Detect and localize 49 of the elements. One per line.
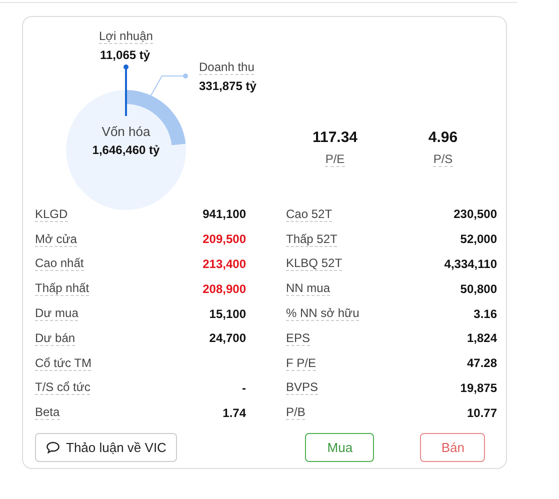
field-label: % NN sở hữu	[286, 306, 360, 322]
ratio-label: P/S	[433, 152, 453, 167]
field-label: NN mua	[286, 281, 330, 296]
field-label: Thấp nhất	[35, 281, 90, 296]
market-cap-value: 1,646,460 tỷ	[92, 143, 160, 157]
field-label: Cao nhất	[35, 256, 84, 272]
field-value: 209,500	[202, 232, 246, 246]
field-label: T/S cổ tức	[35, 380, 90, 396]
field-value: 230,500	[454, 207, 497, 222]
field-label: Cao 52T	[286, 206, 332, 222]
field-label: BVPS	[286, 380, 318, 396]
field-value: 50,800	[460, 282, 497, 296]
market-cap-label: Vốn hóa	[102, 124, 150, 139]
field-value: 941,100	[202, 207, 246, 222]
profit-label: Lợi nhuận	[99, 29, 153, 44]
revenue-label: Doanh thu	[199, 60, 254, 75]
field-value: -	[242, 380, 246, 395]
field-value: 10.77	[466, 406, 497, 420]
field-label: Mở cửa	[35, 232, 77, 247]
ratio-label: P/E	[325, 152, 345, 167]
discuss-button[interactable]: Thảo luận về VIC	[35, 433, 178, 462]
ratio-value: 4.96	[428, 129, 458, 146]
chat-icon	[46, 441, 60, 454]
buy-button[interactable]: Mua	[305, 433, 374, 462]
ratio-value: 117.34	[312, 129, 358, 146]
field-label: EPS	[286, 330, 310, 346]
revenue-value: 331,875 tỷ	[199, 79, 256, 93]
field-value: 208,900	[202, 282, 246, 296]
field-label: Dư mua	[35, 306, 78, 322]
field-label: Cổ tức TM	[35, 356, 92, 371]
field-value: 15,100	[209, 306, 246, 321]
field-value: 1,824	[466, 331, 497, 346]
field-value: 47.28	[466, 356, 497, 370]
field-value: 24,700	[209, 331, 246, 346]
field-label: KLBQ 52T	[286, 256, 342, 272]
field-label: Thấp 52T	[286, 232, 338, 247]
field-value: 19,875	[460, 380, 497, 395]
field-label: P/B	[286, 405, 306, 420]
field-value: 3.16	[474, 306, 497, 321]
field-label: Beta	[35, 405, 60, 420]
field-label: KLGD	[35, 206, 68, 222]
field-label: Dư bán	[35, 330, 76, 346]
field-value: 52,000	[460, 232, 497, 246]
field-value: 4,334,110	[444, 256, 497, 271]
field-label: F P/E	[286, 356, 316, 371]
sell-button[interactable]: Bán	[420, 433, 486, 462]
field-value: 1.74	[222, 406, 246, 420]
profit-value: 11,065 tỷ	[100, 48, 150, 62]
field-value: 213,400	[202, 256, 246, 271]
